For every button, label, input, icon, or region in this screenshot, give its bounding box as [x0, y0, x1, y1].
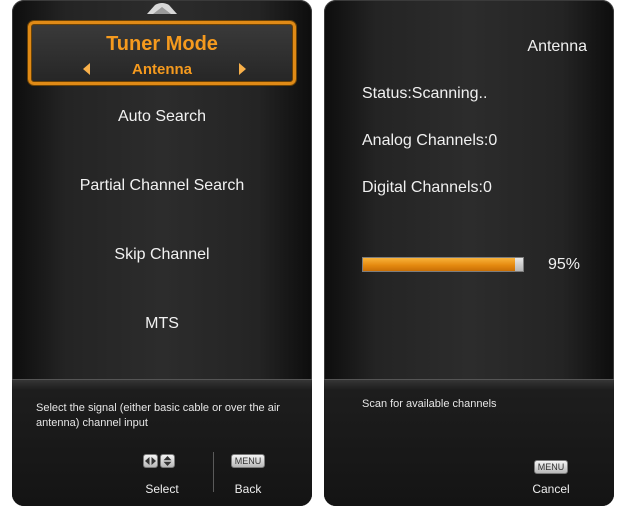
left-right-key-icon	[143, 454, 158, 468]
scan-status-panel: Antenna Status:Scanning.. Analog Channel…	[324, 0, 614, 506]
menu-item-auto-search[interactable]: Auto Search	[12, 108, 312, 126]
arrow-right-icon[interactable]	[239, 63, 246, 75]
menu-item-partial-channel-search[interactable]: Partial Channel Search	[12, 177, 312, 195]
tuner-mode-value: Antenna	[132, 61, 192, 78]
menu-key[interactable]: MENU	[231, 454, 265, 468]
analog-channels: Analog Channels:0	[362, 132, 498, 149]
tuner-mode-title: Tuner Mode	[106, 33, 218, 55]
key-divider	[213, 452, 214, 492]
scan-status: Status:Scanning..	[362, 85, 488, 102]
select-label: Select	[145, 482, 179, 496]
tuner-settings-panel: Tuner Mode Antenna Auto Search Partial C…	[12, 0, 312, 506]
cancel-label: Cancel	[532, 482, 570, 496]
help-text: Select the signal (either basic cable or…	[36, 402, 280, 429]
scan-progress-percent: 95%	[548, 256, 581, 273]
digital-channels: Digital Channels:0	[362, 179, 492, 196]
signal-source: Antenna	[527, 38, 587, 55]
back-label: Back	[234, 482, 262, 496]
tuner-mode-selector[interactable]: Tuner Mode Antenna	[28, 21, 296, 85]
scan-progress-bar	[362, 257, 524, 272]
menu-item-mts[interactable]: MTS	[12, 315, 312, 333]
up-down-key-icon	[160, 454, 175, 468]
scroll-up-icon[interactable]	[145, 2, 179, 14]
menu-key[interactable]: MENU	[534, 460, 568, 474]
scan-help-text: Scan for available channels	[362, 398, 497, 410]
menu-item-skip-channel[interactable]: Skip Channel	[12, 246, 312, 264]
scan-progress-fill	[363, 258, 515, 271]
